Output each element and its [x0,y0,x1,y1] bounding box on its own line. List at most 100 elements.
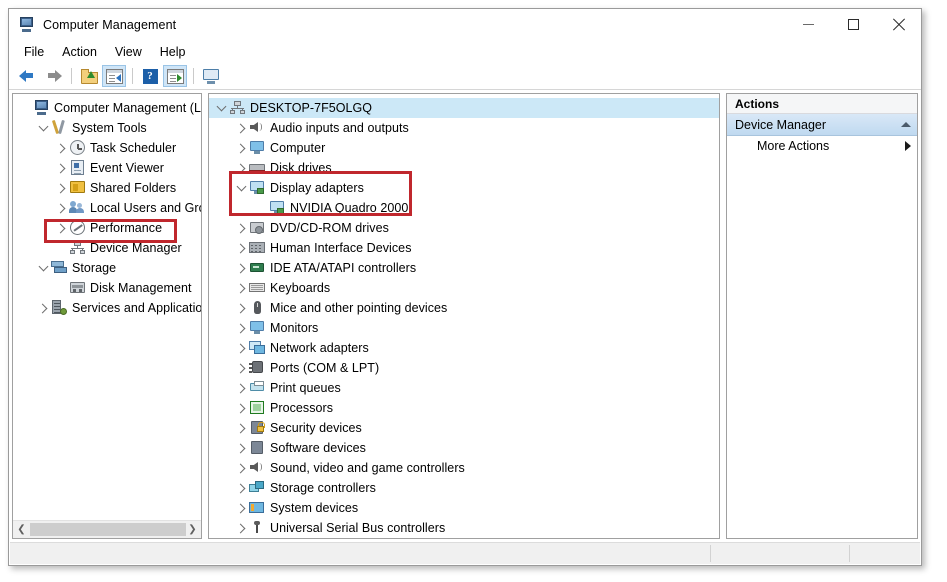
console-tree-item-label: Performance [90,221,162,235]
device-tree-item-row[interactable]: Sound, video and game controllers [209,458,719,478]
chevron-right-icon[interactable] [53,205,69,212]
console-tree-item-row[interactable]: System Tools [13,118,201,138]
chevron-right-icon[interactable] [233,265,249,272]
console-tree-item-row[interactable]: Services and Applications [13,298,201,318]
console-tree-item-row[interactable]: Event Viewer [13,158,201,178]
device-tree-item-row[interactable]: Software devices [209,438,719,458]
device-tree-item-row[interactable]: Print queues [209,378,719,398]
device-tree-item-row[interactable]: Mice and other pointing devices [209,298,719,318]
action-more-actions[interactable]: More Actions [727,136,917,156]
console-tree-item-row[interactable]: Device Manager [13,238,201,258]
back-button[interactable] [16,65,40,87]
show-hide-console-tree-button[interactable] [102,65,126,87]
device-tree-item-row[interactable]: Audio inputs and outputs [209,118,719,138]
chevron-right-icon[interactable] [233,365,249,372]
chevron-right-icon[interactable] [233,505,249,512]
console-tree-item-row[interactable]: Storage [13,258,201,278]
device-tree-item-label: DVD/CD-ROM drives [270,221,389,235]
device-tree-item-row[interactable]: Universal Serial Bus controllers [209,518,719,538]
chevron-right-icon[interactable] [35,305,51,312]
menu-action[interactable]: Action [53,43,106,61]
console-tree-icon [106,69,123,84]
chevron-right-icon[interactable] [233,445,249,452]
device-tree-item-row[interactable]: Display adapters [209,178,719,198]
console-tree-item-row[interactable]: Local Users and Groups [13,198,201,218]
chevron-right-icon[interactable] [233,305,249,312]
console-tree-item-row[interactable]: Performance [13,218,201,238]
device-tree-item-row[interactable]: Security devices [209,418,719,438]
help-button[interactable]: ? [138,65,162,87]
menu-file[interactable]: File [15,43,53,61]
toolbar-separator [71,68,72,84]
minimize-button[interactable] [786,9,831,40]
show-hide-action-pane-button[interactable] [163,65,187,87]
hscroll-left-button[interactable]: ❮ [13,521,30,538]
properties-button[interactable] [199,65,223,87]
status-cell-3 [850,543,920,564]
chevron-right-icon[interactable] [53,185,69,192]
device-tree-item-label: Universal Serial Bus controllers [270,521,445,535]
chevron-right-icon[interactable] [233,425,249,432]
device-tree-item-label: Software devices [270,441,366,455]
device-tree-item-row[interactable]: Ports (COM & LPT) [209,358,719,378]
hscroll-thumb[interactable] [30,523,186,536]
menu-help[interactable]: Help [151,43,195,61]
chevron-up-icon[interactable] [901,122,911,127]
device-tree-item-row[interactable]: Keyboards [209,278,719,298]
device-manager-pane: DESKTOP-7F5OLGQAudio inputs and outputsC… [208,93,720,539]
shared-folders-icon [69,180,86,196]
up-one-level-button[interactable] [77,65,101,87]
device-tree-item-row[interactable]: NVIDIA Quadro 2000 [209,198,719,218]
console-tree-item-label: System Tools [72,121,147,135]
chevron-right-icon[interactable] [53,145,69,152]
chevron-down-icon[interactable] [233,186,249,190]
chevron-down-icon[interactable] [213,106,229,110]
console-tree-hscrollbar[interactable]: ❮ ❯ [13,520,201,538]
maximize-button[interactable] [831,9,876,40]
chevron-right-icon[interactable] [233,385,249,392]
chevron-right-icon[interactable] [53,225,69,232]
chevron-right-icon[interactable] [233,325,249,332]
console-tree-item-row[interactable]: Shared Folders [13,178,201,198]
device-tree-item-row[interactable]: Monitors [209,318,719,338]
console-tree-item-row[interactable]: Computer Management (Local [13,98,201,118]
forward-button[interactable] [41,65,65,87]
chevron-right-icon[interactable] [233,405,249,412]
device-tree-item-label: Display adapters [270,181,364,195]
chevron-right-icon[interactable] [233,125,249,132]
chevron-right-icon[interactable] [233,285,249,292]
device-tree-item-row[interactable]: DESKTOP-7F5OLGQ [209,98,719,118]
device-tree-item-row[interactable]: Human Interface Devices [209,238,719,258]
software-device-icon [249,440,266,456]
device-tree-item-row[interactable]: IDE ATA/ATAPI controllers [209,258,719,278]
chevron-down-icon[interactable] [35,126,51,130]
chevron-right-icon [905,141,911,151]
chevron-right-icon[interactable] [53,165,69,172]
actions-group-device-manager[interactable]: Device Manager [727,114,917,136]
chevron-right-icon[interactable] [233,145,249,152]
device-tree-item-row[interactable]: Computer [209,138,719,158]
device-tree-item-row[interactable]: DVD/CD-ROM drives [209,218,719,238]
hscroll-track[interactable] [30,521,184,538]
device-tree-item-row[interactable]: Storage controllers [209,478,719,498]
console-tree-item-row[interactable]: Disk Management [13,278,201,298]
console-tree-item-row[interactable]: Task Scheduler [13,138,201,158]
menu-view[interactable]: View [106,43,151,61]
chevron-right-icon[interactable] [233,345,249,352]
device-tree-item-row[interactable]: System devices [209,498,719,518]
device-tree-item-row[interactable]: Network adapters [209,338,719,358]
close-button[interactable] [876,9,921,40]
chevron-right-icon[interactable] [233,465,249,472]
device-tree-item-row[interactable]: Disk drives [209,158,719,178]
chevron-down-icon[interactable] [35,266,51,270]
device-tree-item-label: Keyboards [270,281,330,295]
chevron-right-icon[interactable] [233,165,249,172]
chevron-right-icon[interactable] [233,225,249,232]
chevron-right-icon[interactable] [233,485,249,492]
hscroll-right-button[interactable]: ❯ [184,521,201,538]
device-tree-item-row[interactable]: Processors [209,398,719,418]
menu-bar: File Action View Help [9,40,921,63]
title-bar: Computer Management [9,9,921,40]
chevron-right-icon[interactable] [233,245,249,252]
chevron-right-icon[interactable] [233,525,249,532]
